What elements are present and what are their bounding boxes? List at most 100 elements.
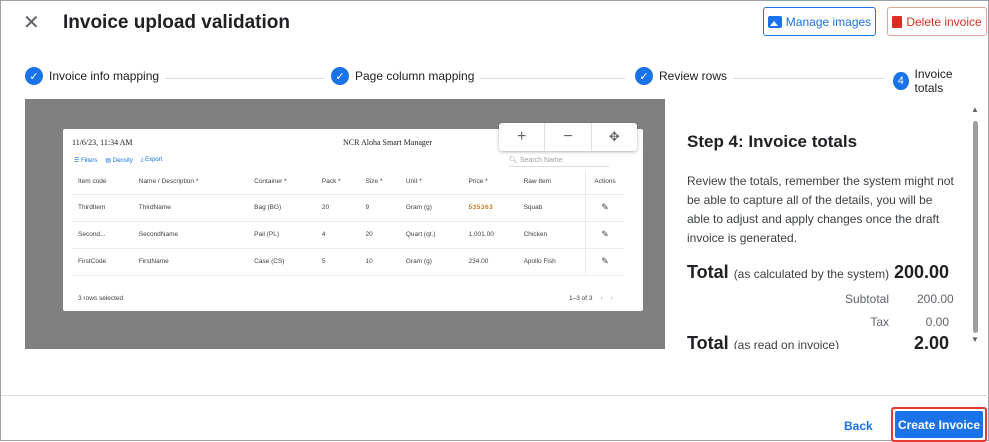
scroll-down-icon[interactable]: ▼ [971,335,979,344]
zoom-out-button[interactable]: − [545,123,592,151]
step-invoice-info-mapping[interactable]: ✓ Invoice info mapping [25,67,166,85]
cell: Gram (g) [399,248,463,276]
scrollbar-thumb[interactable] [973,121,978,333]
column-header: Price * [462,170,518,195]
check-icon: ✓ [25,67,43,85]
tax-label: Tax [870,315,889,329]
cell: Bag (BG) [248,194,316,222]
column-header: Item code [72,170,133,195]
pan-button[interactable]: ✥ [592,123,637,151]
step-number: 4 [893,72,909,90]
trash-icon [892,15,903,28]
image-table: Item code Name / Description * Container… [72,170,624,276]
cell: FirstName [132,248,249,276]
footer-divider [1,395,989,396]
delete-invoice-button[interactable]: Delete invoice [887,7,987,36]
tax-value: 0.00 [925,315,949,329]
column-header: Size * [359,170,400,195]
step-label: Invoice totals [914,67,953,95]
column-header: Raw Item [517,170,586,195]
cell: Apollo Fish [517,248,586,276]
cell: 10 [359,248,400,276]
totals-panel[interactable]: Step 4: Invoice totals Review the totals… [665,99,979,349]
image-icon [767,15,782,28]
cell: 535363 [462,194,518,222]
table-row: Second... SecondName Pail (PL) 4 20 Quar… [72,221,624,249]
total-invoice: Total (as read on invoice) 2.00 [687,333,949,349]
step-page-column-mapping[interactable]: ✓ Page column mapping [331,67,481,85]
subtotal-row: Subtotal 200.00 [687,292,954,306]
cell: Pail (PL) [248,221,316,249]
back-button[interactable]: Back [844,419,873,433]
step-connector [465,78,625,79]
page-title: Invoice upload validation [63,12,290,33]
image-timestamp: 11/6/23, 11:34 AM [72,138,133,147]
cell: 9 [359,194,400,222]
manage-images-button[interactable]: Manage images [763,7,876,36]
image-toolbar: ☰ Filters ▤ Density ⤓ Export [74,157,162,164]
image-filters: ☰ Filters [74,158,98,164]
close-icon[interactable]: ✕ [23,10,40,35]
total-label: Total [687,262,729,282]
step-connector [725,78,885,79]
step-label: Page column mapping [355,69,475,83]
step-label: Invoice info mapping [49,69,160,83]
image-app-name: NCR Aloha Smart Manager [343,138,433,147]
cell: ThirdItem [72,194,133,222]
invoice-image: 11/6/23, 11:34 AM NCR Aloha Smart Manage… [63,129,643,311]
image-selected-count: 3 rows selected [78,295,124,302]
cell: 20 [359,221,400,249]
subtotal-value: 200.00 [917,292,954,306]
column-header: Name / Description * [132,170,249,195]
image-table-header: Item code Name / Description * Container… [72,170,624,195]
total2-label: Total [687,333,729,349]
step-invoice-totals[interactable]: 4 Invoice totals [893,67,981,95]
cell: FirstCode [72,248,133,276]
zoom-in-button[interactable]: + [499,123,546,151]
image-search: 🔍︎ Search Name [509,156,609,167]
zoom-controls: + − ✥ [499,123,637,151]
edit-icon: ✎ [585,248,624,276]
cell: Quart (qt.) [399,221,463,249]
dialog-header: ✕ Invoice upload validation Manage image… [1,1,989,47]
subtotal-label: Subtotal [844,292,889,306]
total2-value: 2.00 [913,333,949,349]
edit-icon: ✎ [585,221,624,249]
check-icon: ✓ [635,67,653,85]
cell: SecondName [132,221,249,249]
invoice-image-preview[interactable]: 11/6/23, 11:34 AM NCR Aloha Smart Manage… [25,99,665,349]
cell: 4 [315,221,360,249]
plus-icon: + [516,128,527,145]
cell: 20 [315,194,360,222]
column-header: Container * [248,170,316,195]
cell: Second... [72,221,133,249]
cell: Gram (g) [399,194,463,222]
step-label: Review rows [659,69,728,83]
cell: ThirdName [132,194,249,222]
stepper: ✓ Invoice info mapping ✓ Page column map… [25,67,981,95]
dialog: ✕ Invoice upload validation Manage image… [0,0,989,442]
image-export: ⤓ Export [140,157,163,163]
panel-title: Step 4: Invoice totals [687,132,858,151]
image-pager: 1–3 of 3 ‹ › [569,295,613,302]
column-header: Unit * [399,170,463,195]
edit-icon: ✎ [585,194,624,222]
check-icon: ✓ [331,67,349,85]
step-connector [155,78,325,79]
cell: Case (CS) [248,248,316,276]
create-invoice-button[interactable]: Create Invoice [895,411,983,438]
cell: 1,001.00 [462,221,518,249]
pager-text: 1–3 of 3 [569,295,593,302]
step-review-rows[interactable]: ✓ Review rows [635,67,734,85]
manage-images-label: Manage images [785,14,872,29]
panel-description: Review the totals, remember the system m… [687,174,954,245]
cell: Squab [517,194,586,222]
cell: 234.00 [462,248,518,276]
scroll-up-icon[interactable]: ▲ [971,105,979,114]
tax-row: Tax 0.00 [687,315,949,329]
total-calculated: Total (as calculated by the system) 200.… [687,262,949,283]
column-header: Actions [585,170,624,195]
total-note: (as calculated by the system) [733,267,890,281]
table-row: FirstCode FirstName Case (CS) 5 10 Gram … [72,248,624,276]
column-header: Pack * [315,170,360,195]
